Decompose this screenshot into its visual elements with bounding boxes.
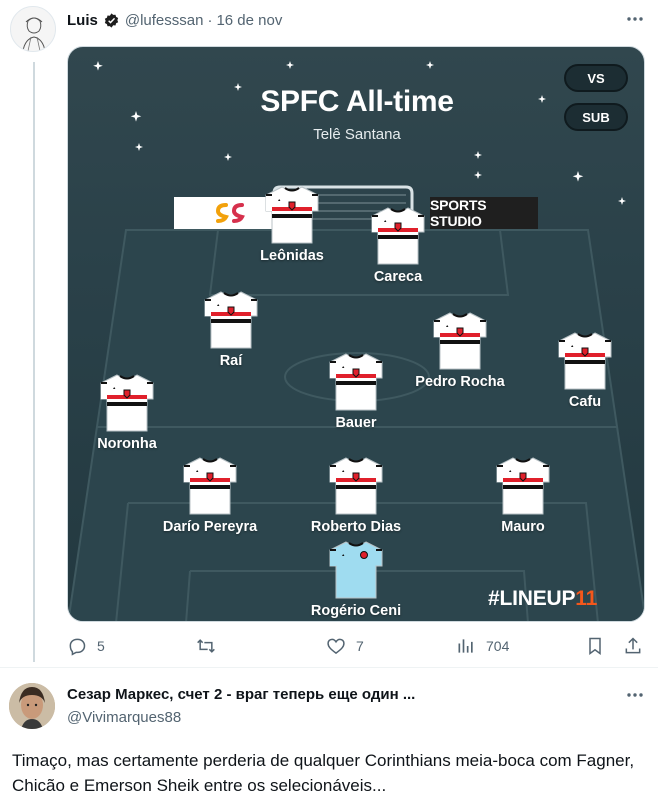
player-shirt-icon <box>433 312 487 370</box>
player-name: Careca <box>373 269 423 285</box>
reply-button[interactable]: 5 <box>67 636 105 656</box>
player-token[interactable]: Darío Pereyra <box>140 454 280 535</box>
like-icon <box>327 638 345 655</box>
player-shirt-icon <box>329 541 383 599</box>
share-button[interactable] <box>623 636 643 656</box>
author-handle[interactable]: @lufesssan <box>125 12 204 29</box>
player-shirt-icon <box>329 457 383 515</box>
reply-author-name[interactable]: Сезар Маркес, счет 2 - враг теперь еще о… <box>67 686 415 703</box>
bookmark-icon <box>589 637 601 655</box>
lineup-title: SPFC All-time <box>260 85 454 118</box>
player-token[interactable]: Rogério Ceni <box>286 538 426 619</box>
player-name: Mauro <box>501 519 545 535</box>
reply-author-handle[interactable]: @Vivimarques88 <box>67 709 181 726</box>
player-shirt-icon <box>100 374 154 432</box>
tweet-date[interactable]: 16 de nov <box>216 12 282 29</box>
more-options-icon[interactable] <box>625 9 645 29</box>
player-token[interactable]: Careca <box>328 204 468 285</box>
player-token[interactable]: Roberto Dias <box>286 454 426 535</box>
player-shirt-icon <box>496 457 550 515</box>
tweet-header: Luis @lufesssan · 16 de nov <box>67 10 282 30</box>
author-avatar[interactable] <box>10 6 56 52</box>
player-name: Raí <box>219 353 243 369</box>
player-token[interactable]: Cafu <box>515 329 644 410</box>
player-token[interactable]: Raí <box>161 288 301 369</box>
reply-icon <box>69 638 86 656</box>
player-shirt-icon <box>204 291 258 349</box>
player-token[interactable]: Noronha <box>68 371 197 452</box>
lineup-image[interactable]: SPFC All-time Telê Santana VS SUB SPORTS… <box>67 46 645 622</box>
author-name[interactable]: Luis <box>67 12 98 29</box>
reply-text: Timaço, mas certamente perderia de qualq… <box>12 751 635 795</box>
lineup-coach: Telê Santana <box>313 126 401 143</box>
brand-hash-text: #LINEUP <box>488 587 576 610</box>
tweet-actions-bar: 5 7 704 <box>67 636 645 658</box>
reply-count: 5 <box>97 638 105 654</box>
player-name: Cafu <box>568 394 602 410</box>
player-shirt-icon <box>329 353 383 411</box>
retweet-icon <box>197 639 215 653</box>
views-count: 704 <box>486 638 510 654</box>
player-shirt-icon <box>558 332 612 390</box>
player-token[interactable]: Bauer <box>286 350 426 431</box>
player-name: Darío Pereyra <box>162 519 258 535</box>
vs-button[interactable]: VS <box>564 64 628 92</box>
player-name: Rogério Ceni <box>310 603 402 619</box>
views-icon <box>458 639 473 653</box>
reply-author-avatar[interactable] <box>9 683 55 729</box>
header-separator: · <box>207 11 213 29</box>
like-count: 7 <box>356 638 364 654</box>
share-icon <box>625 637 641 654</box>
player-name: Noronha <box>97 436 157 452</box>
player-name: Bauer <box>335 415 377 431</box>
player-name: Roberto Dias <box>310 519 402 535</box>
player-token[interactable]: Mauro <box>453 454 593 535</box>
sub-button[interactable]: SUB <box>564 103 628 131</box>
retweet-button[interactable] <box>195 636 227 656</box>
like-button[interactable]: 7 <box>326 636 364 656</box>
player-shirt-icon <box>183 457 237 515</box>
lineup-brand-logo: #LINEUP11 <box>488 587 597 611</box>
bookmark-button[interactable] <box>585 636 605 656</box>
player-shirt-icon <box>265 186 319 244</box>
verified-badge-icon <box>104 12 119 28</box>
views-button[interactable]: 704 <box>456 636 509 656</box>
brand-number-text: 11 <box>575 587 598 610</box>
tweet-divider <box>0 667 658 668</box>
reply-more-options-icon[interactable] <box>625 685 645 705</box>
player-shirt-icon <box>371 207 425 265</box>
thread-connector-line <box>33 62 35 662</box>
